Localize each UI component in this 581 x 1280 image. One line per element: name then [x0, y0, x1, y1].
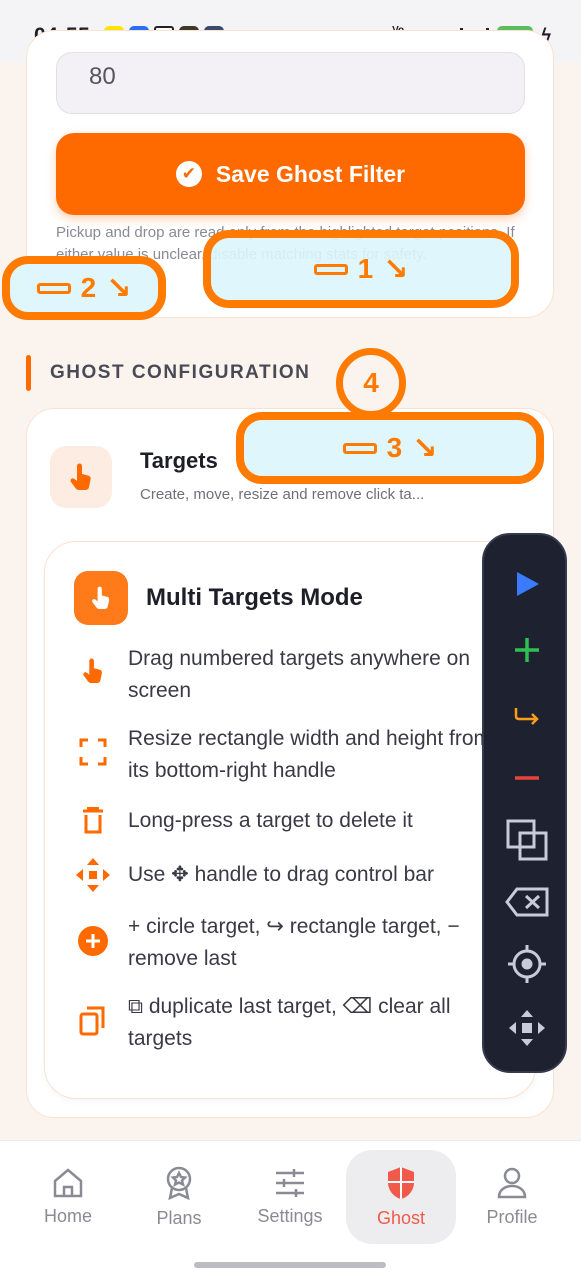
overlay-target-4-label: 4 [363, 367, 379, 398]
minus-icon[interactable] [504, 755, 550, 801]
target-bar-icon [342, 442, 377, 454]
plus-circle-icon [74, 922, 112, 960]
resize-arrow-icon: ↘ [106, 271, 132, 305]
rectangle-arrow-icon[interactable] [504, 693, 550, 739]
nav-profile[interactable]: Profile [457, 1150, 567, 1244]
ghost-filter-input[interactable]: 80 [56, 52, 525, 114]
target-bar-icon [36, 282, 71, 294]
overlay-target-4[interactable]: 4 [336, 348, 406, 418]
resize-corners-icon [74, 733, 112, 771]
feature-delete-text: Long-press a target to delete it [128, 809, 413, 832]
resize-arrow-icon: ↘ [412, 431, 438, 465]
nav-settings-label: Settings [257, 1205, 323, 1226]
badge-icon [166, 1166, 192, 1200]
multi-targets-title: Multi Targets Mode [146, 584, 363, 611]
hand-pointer-icon [74, 652, 112, 690]
save-ghost-filter-label: Save Ghost Filter [215, 160, 406, 187]
nav-home[interactable]: Home [13, 1150, 123, 1244]
nav-plans[interactable]: Plans [124, 1150, 234, 1244]
user-icon [497, 1167, 527, 1198]
clear-icon[interactable] [504, 879, 550, 925]
feature-drag-text: Drag numbered targets anywhere on screen [128, 647, 471, 702]
targets-icon [50, 446, 112, 508]
nav-profile-label: Profile [486, 1206, 538, 1227]
feature-resize-text: Resize rectangle width and height from i… [128, 727, 492, 782]
sliders-icon [276, 1168, 304, 1197]
targets-subtitle: Create, move, resize and remove click ta… [140, 486, 425, 503]
section-accent-bar [26, 355, 31, 391]
home-icon [53, 1167, 83, 1197]
overlay-target-3[interactable]: 3 ↘ [236, 412, 544, 484]
crosshair-icon[interactable] [504, 941, 550, 987]
multi-targets-icon [74, 571, 128, 625]
save-ghost-filter-button[interactable]: ✔ Save Ghost Filter [56, 133, 525, 215]
overlay-target-1-label: 1 [357, 253, 374, 284]
shield-icon [388, 1166, 414, 1199]
copy-icon [74, 1002, 112, 1040]
feature-duplicate-text: ⧉ duplicate last target, ⌫ clear all tar… [128, 995, 451, 1050]
play-icon[interactable] [504, 561, 550, 607]
check-badge-icon: ✔ [175, 161, 202, 187]
trash-icon [74, 802, 112, 840]
overlay-target-2-label: 2 [80, 272, 97, 303]
duplicate-icon[interactable] [504, 817, 550, 863]
overlay-target-3-label: 3 [386, 432, 403, 463]
plus-icon[interactable] [504, 627, 550, 673]
feature-move-text: Use ✥ handle to drag control bar [128, 863, 434, 886]
nav-home-label: Home [43, 1205, 92, 1226]
move-handle-icon[interactable] [504, 1005, 550, 1051]
nav-ghost-label: Ghost [376, 1207, 426, 1228]
move-arrows-icon [74, 856, 112, 894]
nav-settings[interactable]: Settings [235, 1150, 345, 1244]
resize-arrow-icon: ↘ [383, 252, 409, 286]
home-indicator[interactable] [194, 1262, 386, 1268]
floating-control-bar[interactable] [482, 533, 567, 1073]
section-title: GHOST CONFIGURATION [50, 362, 311, 383]
feature-circle-text: + circle target, ↪ rectangle target, − r… [128, 915, 460, 970]
targets-title: Targets [140, 448, 218, 473]
nav-ghost[interactable]: Ghost [346, 1150, 456, 1244]
overlay-target-2[interactable]: 2 ↘ [2, 256, 166, 320]
target-bar-icon [313, 263, 348, 275]
nav-plans-label: Plans [156, 1207, 202, 1228]
overlay-target-1[interactable]: 1 ↘ [203, 230, 519, 308]
